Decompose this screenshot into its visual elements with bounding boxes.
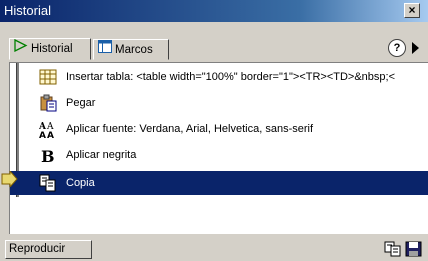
history-item-label: Insertar tabla: <table width="100%" bord…: [66, 71, 396, 83]
close-button[interactable]: ×: [404, 3, 420, 18]
copy-icon: [39, 174, 57, 192]
replay-button[interactable]: Reproducir: [5, 240, 92, 259]
help-button[interactable]: ?: [388, 39, 406, 57]
history-playhead-icon[interactable]: [1, 169, 19, 190]
bold-icon: B: [39, 146, 57, 166]
svg-text:B: B: [41, 147, 55, 164]
paste-icon: [39, 94, 57, 112]
tab-historial[interactable]: Historial: [9, 38, 91, 60]
tab-marcos[interactable]: Marcos: [93, 39, 169, 60]
history-panel: Historial × Historial Marcos ? Insertar …: [0, 0, 428, 261]
history-item-label: Pegar: [66, 97, 96, 109]
svg-text:A: A: [47, 131, 54, 138]
history-item-pegar[interactable]: Pegar: [10, 91, 428, 115]
table-icon: [39, 68, 57, 86]
history-item-label: Aplicar fuente: Verdana, Arial, Helvetic…: [66, 123, 314, 135]
history-item-aplicar-fuente[interactable]: AAAA Aplicar fuente: Verdana, Arial, Hel…: [10, 117, 428, 141]
history-item-copia[interactable]: Copia: [10, 171, 428, 195]
history-item-label: Copia: [66, 177, 95, 189]
history-item-insertar-tabla[interactable]: Insertar tabla: <table width="100%" bord…: [10, 65, 428, 89]
title-bar: Historial ×: [0, 0, 428, 22]
bottom-bar: Reproducir: [0, 238, 428, 261]
play-arrow-icon: [14, 38, 28, 59]
window-title: Historial: [4, 3, 51, 18]
tab-historial-label: Historial: [31, 43, 73, 56]
panel-menu-arrow-icon[interactable]: [412, 42, 419, 54]
history-list[interactable]: Insertar tabla: <table width="100%" bord…: [9, 62, 428, 234]
history-item-label: Aplicar negrita: [66, 149, 137, 161]
tab-strip: Historial Marcos ?: [0, 24, 428, 60]
history-item-aplicar-negrita[interactable]: B Aplicar negrita: [10, 143, 428, 167]
tab-marcos-label: Marcos: [115, 44, 153, 57]
frames-icon: [98, 40, 112, 60]
save-icon[interactable]: [405, 241, 422, 257]
svg-text:A: A: [39, 131, 46, 138]
font-icon: AAAA: [38, 120, 57, 141]
copy-steps-icon[interactable]: [384, 241, 401, 257]
